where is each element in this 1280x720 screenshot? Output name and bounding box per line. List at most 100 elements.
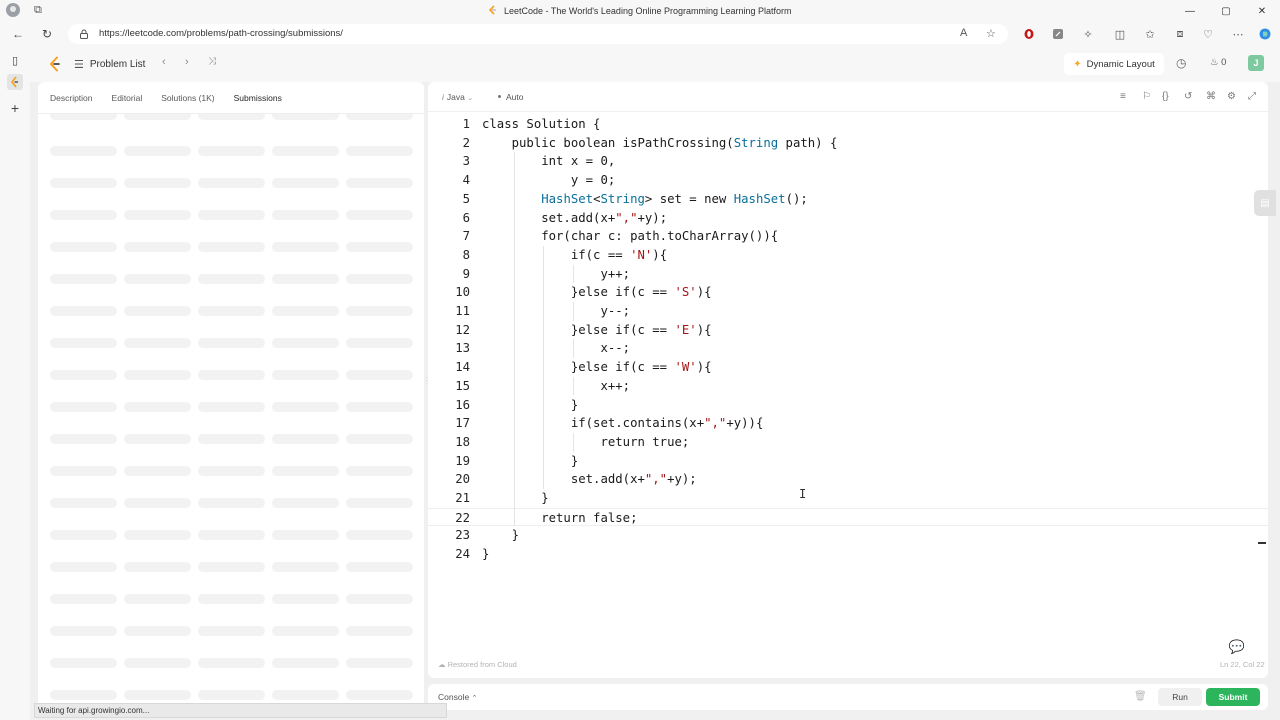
new-tab-plus-icon[interactable]: + (7, 100, 23, 116)
skeleton-row (50, 402, 413, 412)
code-line[interactable]: 13 x--; (428, 339, 1268, 358)
brave-extension-icon[interactable] (1022, 27, 1036, 41)
edge-sidebar: ▯ + (0, 46, 30, 720)
code-text: y++; (482, 266, 631, 281)
tab-description[interactable]: Description (50, 93, 93, 103)
skeleton-cell (346, 114, 413, 120)
trash-icon[interactable]: 🗑 (1134, 691, 1147, 702)
copilot-icon[interactable] (1258, 27, 1272, 41)
streak-count: 0 (1221, 57, 1227, 68)
code-line[interactable]: 9 y++; (428, 265, 1268, 284)
skeleton-cell (272, 402, 339, 412)
cloud-icon: ☁ (438, 660, 446, 669)
skeleton-cell (124, 146, 191, 156)
code-text: }else if(c == 'S'){ (482, 285, 712, 300)
code-line[interactable]: 17 if(set.contains(x+","+y)){ (428, 414, 1268, 433)
code-line[interactable]: 6 set.add(x+","+y); (428, 209, 1268, 228)
code-line[interactable]: 2 public boolean isPathCrossing(String p… (428, 134, 1268, 153)
fullscreen-expand-icon[interactable]: ⤢ (1248, 91, 1256, 102)
skeleton-cell (198, 626, 265, 636)
problem-list-link[interactable]: ☰ Problem List (74, 46, 145, 82)
split-screen-icon[interactable]: ◫ (1113, 27, 1127, 41)
code-text: x--; (482, 341, 631, 356)
close-icon[interactable]: ✕ (1244, 0, 1280, 22)
prev-problem-chevron-icon[interactable]: ‹ (162, 56, 166, 68)
back-arrow-icon[interactable]: ← (10, 26, 26, 42)
skeleton-cell (124, 626, 191, 636)
maximize-icon[interactable]: ▢ (1208, 0, 1244, 22)
code-line[interactable]: 10 }else if(c == 'S'){ (428, 283, 1268, 302)
skeleton-cell (124, 370, 191, 380)
shortcuts-icon[interactable]: ⌘ (1206, 91, 1216, 102)
code-line[interactable]: 5 HashSet<String> set = new HashSet(); (428, 190, 1268, 209)
skeleton-cell (50, 466, 117, 476)
address-bar[interactable]: https://leetcode.com/problems/path-cross… (68, 24, 1008, 44)
code-line[interactable]: 19 } (428, 452, 1268, 471)
line-number: 19 (455, 453, 470, 468)
browser-title-bar: ⧉ LeetCode - The World's Leading Online … (0, 0, 1280, 22)
chevron-up-icon: ⌃ (471, 695, 478, 702)
braces-icon[interactable]: {} (1162, 91, 1169, 102)
code-line[interactable]: 1 class Solution { (428, 115, 1268, 134)
dynamic-layout-button[interactable]: ✦ Dynamic Layout (1064, 53, 1164, 75)
code-line[interactable]: 15 x++; (428, 377, 1268, 396)
skeleton-cell (50, 434, 117, 444)
bookmark-icon[interactable]: ⚐ (1142, 91, 1151, 102)
code-line[interactable]: 21 } (428, 489, 1268, 508)
more-options-icon[interactable]: ⋯ (1231, 27, 1245, 41)
tab-actions-icon[interactable]: ▯ (7, 52, 23, 68)
code-text: HashSet<String> set = new HashSet(); (541, 191, 808, 206)
code-line[interactable]: 3 int x = 0, (428, 152, 1268, 171)
code-line[interactable]: 20 set.add(x+","+y); (428, 470, 1268, 489)
url-text[interactable]: https://leetcode.com/problems/path-cross… (99, 24, 343, 44)
refresh-icon[interactable]: ↻ (39, 26, 55, 42)
user-avatar[interactable]: J (1248, 55, 1264, 71)
read-aloud-icon[interactable]: A (960, 27, 967, 39)
line-number: 5 (462, 191, 470, 206)
browser-status-bar: Waiting for api.growingio.com... (34, 703, 447, 718)
code-line[interactable]: 7 for(char c: path.toCharArray()){ (428, 227, 1268, 246)
leetcode-logo-icon[interactable] (48, 56, 62, 72)
timer-clock-icon[interactable]: ◷ (1176, 56, 1186, 70)
skeleton-row (50, 146, 413, 156)
notes-side-tab-icon[interactable]: ▤ (1254, 190, 1276, 216)
tab-editorial[interactable]: Editorial (112, 93, 143, 103)
skeleton-row (50, 434, 413, 444)
code-line[interactable]: 23 } (428, 526, 1268, 545)
run-button[interactable]: Run (1158, 688, 1202, 706)
collections-icon[interactable]: ⧈ (1173, 27, 1187, 41)
format-icon[interactable]: ≡ (1120, 91, 1126, 102)
next-problem-chevron-icon[interactable]: › (185, 56, 189, 68)
leetcode-tab-icon[interactable] (7, 74, 23, 90)
random-shuffle-icon[interactable]: ⤨ (208, 56, 216, 67)
code-line[interactable]: 11 y--; (428, 302, 1268, 321)
code-line[interactable]: 24} (428, 545, 1268, 564)
favorites-icon[interactable]: ✩ (1143, 27, 1157, 41)
code-line[interactable]: 4 y = 0; (428, 171, 1268, 190)
tab-solutions-1k[interactable]: Solutions (1K) (161, 93, 214, 103)
extension-square-icon[interactable] (1051, 27, 1065, 41)
code-line[interactable]: 18 return true; (428, 433, 1268, 452)
code-line[interactable]: 16 } (428, 396, 1268, 415)
extensions-puzzle-icon[interactable]: ✧ (1081, 27, 1095, 41)
skeleton-row (50, 658, 413, 668)
code-line[interactable]: 22 return false; (428, 507, 1268, 527)
skeleton-row (50, 338, 413, 348)
streak-counter[interactable]: ♨ 0 (1210, 57, 1226, 68)
code-line[interactable]: 12 }else if(c == 'E'){ (428, 321, 1268, 340)
browser-essentials-icon[interactable]: ♡ (1201, 27, 1215, 41)
console-toggle[interactable]: Console ⌃ (438, 692, 477, 702)
feedback-chat-icon[interactable]: 💬 (1228, 638, 1246, 656)
code-line[interactable]: 14 }else if(c == 'W'){ (428, 358, 1268, 377)
skeleton-cell (50, 114, 117, 120)
reset-code-icon[interactable]: ↺ (1184, 91, 1192, 102)
settings-gear-icon[interactable]: ⚙ (1227, 91, 1236, 102)
window-title-wrap: LeetCode - The World's Leading Online Pr… (0, 0, 1280, 22)
submit-button[interactable]: Submit (1206, 688, 1260, 706)
code-line[interactable]: 8 if(c == 'N'){ (428, 246, 1268, 265)
language-selector[interactable]: i Java ⌄ (442, 92, 473, 102)
auto-mode-toggle[interactable]: Auto (498, 92, 524, 102)
minimize-icon[interactable]: — (1172, 0, 1208, 22)
tab-submissions[interactable]: Submissions (234, 93, 282, 103)
favorite-star-icon[interactable]: ☆ (986, 27, 996, 40)
